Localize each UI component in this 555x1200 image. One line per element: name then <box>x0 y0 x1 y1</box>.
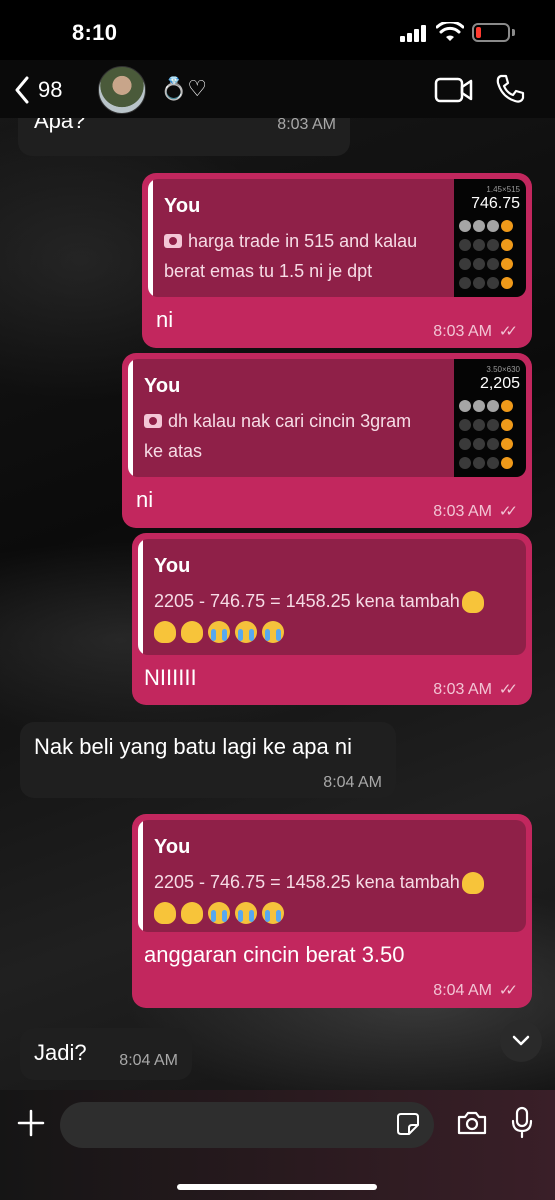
message-text: Jadi? <box>34 1040 87 1065</box>
crying-face-emoji <box>262 621 284 644</box>
quoted-message[interactable]: You harga trade in 515 and kalau berat e… <box>148 179 526 297</box>
outgoing-message[interactable]: You harga trade in 515 and kalau berat e… <box>142 173 532 348</box>
unread-count: 98 <box>38 77 63 102</box>
contact-name[interactable]: 💍♡ <box>160 76 207 102</box>
calculator-thumbnail[interactable]: 3.50×630 2,205 <box>454 359 526 477</box>
battery-icon <box>472 23 510 42</box>
quote-accent-bar <box>138 820 143 932</box>
quote-author: You <box>164 195 201 217</box>
message-time: 8:03 AM <box>433 323 492 340</box>
thumbnail-value: 2,205 <box>479 375 520 392</box>
calculator-thumbnail[interactable]: 1.45×515 746.75 <box>454 179 526 297</box>
calculator-keypad-icon <box>458 399 520 475</box>
message-text: NIIIIII <box>144 665 197 690</box>
back-button[interactable]: 98 <box>14 72 84 108</box>
microphone-button[interactable] <box>510 1106 534 1140</box>
quote-accent-bar <box>128 359 133 477</box>
incoming-message[interactable]: Apa? 8:03 AM <box>18 118 350 156</box>
outgoing-message[interactable]: You 2205 - 746.75 = 1458.25 kena tambah … <box>132 533 532 705</box>
plus-button[interactable] <box>16 1108 46 1138</box>
sticker-icon[interactable] <box>396 1112 420 1136</box>
quote-accent-bar <box>148 179 153 297</box>
read-receipt-icon: ✓✓ <box>498 503 518 520</box>
melting-face-emoji <box>154 902 176 925</box>
photo-icon <box>164 234 182 248</box>
message-text: Nak beli yang batu lagi ke apa ni <box>34 734 352 759</box>
photo-icon <box>144 414 162 428</box>
status-time: 8:10 <box>72 20 118 45</box>
message-time: 8:03 AM <box>433 681 492 698</box>
incoming-message[interactable]: Nak beli yang batu lagi ke apa ni 8:04 A… <box>20 722 396 798</box>
voice-call-button[interactable] <box>494 73 526 105</box>
message-text: ni <box>156 307 174 332</box>
quote-text-line-1: harga trade in 515 and kalau <box>164 231 417 252</box>
thumbnail-value: 746.75 <box>471 195 520 212</box>
message-text: ni <box>136 487 154 512</box>
quoted-message[interactable]: You 2205 - 746.75 = 1458.25 kena tambah <box>138 820 526 932</box>
home-indicator <box>177 1184 377 1190</box>
melting-face-emoji <box>461 591 484 614</box>
melting-face-emoji <box>154 621 176 644</box>
message-time: 8:03 AM <box>277 118 336 133</box>
cellular-signal-icon <box>400 24 428 42</box>
chevron-left-icon <box>15 76 29 104</box>
scroll-to-bottom-button[interactable] <box>500 1020 542 1062</box>
read-receipt-icon: ✓✓ <box>498 323 518 340</box>
crying-face-emoji <box>235 621 257 644</box>
crying-face-emoji <box>208 621 230 644</box>
crying-face-emoji <box>262 902 284 925</box>
melting-face-emoji <box>461 872 484 895</box>
quoted-message[interactable]: You dh kalau nak cari cincin 3gram ke at… <box>128 359 526 477</box>
quote-text-line-2: berat emas tu 1.5 ni je dpt <box>164 261 373 281</box>
quote-author: You <box>154 836 191 858</box>
emoji-row <box>154 902 289 925</box>
battery-cap <box>512 29 515 36</box>
quote-text-line-1: 2205 - 746.75 = 1458.25 kena tambah <box>154 591 489 614</box>
outgoing-message[interactable]: You dh kalau nak cari cincin 3gram ke at… <box>122 353 532 528</box>
calculator-keypad-icon <box>458 219 520 295</box>
thumbnail-expression: 1.45×515 <box>486 185 520 194</box>
quote-author: You <box>144 375 181 397</box>
video-call-button[interactable] <box>434 76 474 104</box>
incoming-message[interactable]: Jadi? 8:04 AM <box>20 1028 192 1080</box>
message-text: Apa? <box>34 118 86 133</box>
crying-face-emoji <box>208 902 230 925</box>
emoji-row <box>154 621 289 644</box>
status-bar: 8:10 <box>0 0 555 60</box>
quoted-message[interactable]: You 2205 - 746.75 = 1458.25 kena tambah <box>138 539 526 655</box>
quote-text-line-2: ke atas <box>144 441 203 461</box>
outgoing-message[interactable]: You 2205 - 746.75 = 1458.25 kena tambah … <box>132 814 532 1008</box>
quote-line-1-text: 2205 - 746.75 = 1458.25 kena tambah <box>154 872 460 892</box>
quote-text-line-1: 2205 - 746.75 = 1458.25 kena tambah <box>154 872 489 895</box>
chevron-down-icon <box>512 1035 530 1046</box>
message-text: anggaran cincin berat 3.50 <box>144 942 405 967</box>
message-list[interactable]: Apa? 8:03 AM You harga trade in 515 and … <box>0 118 555 1090</box>
message-input[interactable] <box>60 1102 434 1148</box>
read-receipt-icon: ✓✓ <box>498 982 518 999</box>
quote-accent-bar <box>138 539 143 655</box>
melting-face-emoji <box>181 621 203 644</box>
message-time: 8:04 AM <box>433 982 492 999</box>
thumbnail-expression: 3.50×630 <box>486 365 520 374</box>
chat-header: 98 💍♡ <box>0 60 555 118</box>
melting-face-emoji <box>181 902 203 925</box>
message-time: 8:04 AM <box>119 1052 178 1069</box>
read-receipt-icon: ✓✓ <box>498 681 518 698</box>
quote-text-line-1: dh kalau nak cari cincin 3gram <box>144 411 411 432</box>
quote-line-1-text: dh kalau nak cari cincin 3gram <box>168 411 412 431</box>
quote-line-1-text: 2205 - 746.75 = 1458.25 kena tambah <box>154 591 460 611</box>
quote-author: You <box>154 555 191 577</box>
wifi-icon <box>436 22 464 41</box>
contact-avatar[interactable] <box>98 66 146 114</box>
camera-button[interactable] <box>456 1110 488 1136</box>
crying-face-emoji <box>235 902 257 925</box>
quote-line-1-text: harga trade in 515 and kalau <box>188 231 418 251</box>
message-time: 8:04 AM <box>323 774 382 791</box>
message-time: 8:03 AM <box>433 503 492 520</box>
